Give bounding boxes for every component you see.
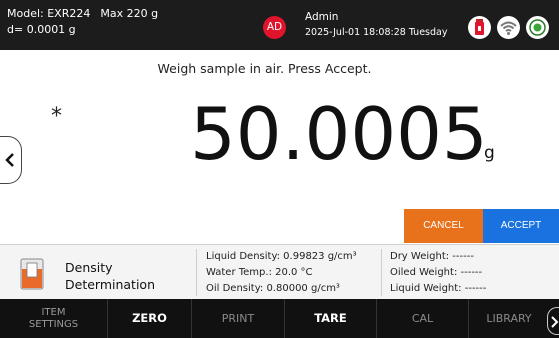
readability: d= 0.0001 g: [7, 23, 76, 36]
item-settings-label-line1: ITEM: [41, 306, 66, 318]
weight-display: 50.0005: [190, 92, 488, 176]
weight-results: Dry Weight: ------ Oiled Weight: ------ …: [390, 249, 486, 297]
wifi-icon[interactable]: [497, 16, 520, 39]
right-panel-toggle[interactable]: [547, 307, 559, 335]
weight-unit[interactable]: g: [484, 143, 495, 163]
accept-button[interactable]: ACCEPT: [483, 209, 559, 243]
item-settings-label-line2: SETTINGS: [28, 318, 79, 330]
liquid-density: Liquid Density: 0.99823 g/cm³: [206, 251, 357, 262]
status-header: Model: EXR224 Max 220 g d= 0.0001 g AD Ad…: [0, 0, 559, 50]
item-settings-button[interactable]: ITEM SETTINGS: [0, 299, 108, 338]
datetime: 2025-Jul-01 18:08:28 Tuesday: [305, 27, 448, 38]
user-name: Admin: [305, 11, 339, 23]
application-info-strip: Density Determination Liquid Density: 0.…: [0, 244, 559, 299]
info-divider: [381, 249, 382, 296]
density-beaker-icon: [20, 258, 44, 290]
application-name-line1: Density: [65, 260, 113, 275]
zero-button[interactable]: ZERO: [108, 299, 192, 338]
density-parameters: Liquid Density: 0.99823 g/cm³ Water Temp…: [206, 249, 357, 297]
left-panel-toggle[interactable]: [0, 136, 22, 184]
oil-density: Oil Density: 0.80000 g/cm³: [206, 283, 340, 294]
model-label: Model: EXR224: [7, 7, 91, 20]
application-name: Density Determination: [65, 259, 155, 293]
print-button[interactable]: PRINT: [192, 299, 285, 338]
stability-marker: *: [51, 104, 62, 129]
oiled-weight: Oiled Weight: ------: [390, 267, 483, 278]
user-avatar[interactable]: AD: [263, 16, 286, 39]
info-divider: [196, 249, 197, 296]
dry-weight: Dry Weight: ------: [390, 251, 474, 262]
liquid-weight: Liquid Weight: ------: [390, 283, 487, 294]
usb-drive-icon[interactable]: [468, 16, 491, 39]
cancel-button[interactable]: CANCEL: [404, 209, 483, 243]
instruction-text: Weigh sample in air. Press Accept.: [157, 61, 372, 76]
level-bubble-icon[interactable]: [526, 16, 549, 39]
chevron-left-icon: [5, 153, 14, 167]
water-temperature: Water Temp.: 20.0 °C: [206, 267, 313, 278]
cal-button[interactable]: CAL: [377, 299, 469, 338]
chevron-right-icon: [551, 316, 559, 328]
tare-button[interactable]: TARE: [285, 299, 377, 338]
application-name-line2: Determination: [65, 277, 156, 292]
balance-info: Model: EXR224 Max 220 g d= 0.0001 g: [7, 6, 158, 38]
bottom-toolbar: ITEM SETTINGS ZERO PRINT TARE CAL LIBRAR…: [0, 299, 559, 338]
user-info: Admin 2025-Jul-01 18:08:28 Tuesday: [305, 10, 447, 40]
max-capacity: Max 220 g: [100, 7, 159, 20]
library-button[interactable]: LIBRARY: [469, 299, 559, 338]
